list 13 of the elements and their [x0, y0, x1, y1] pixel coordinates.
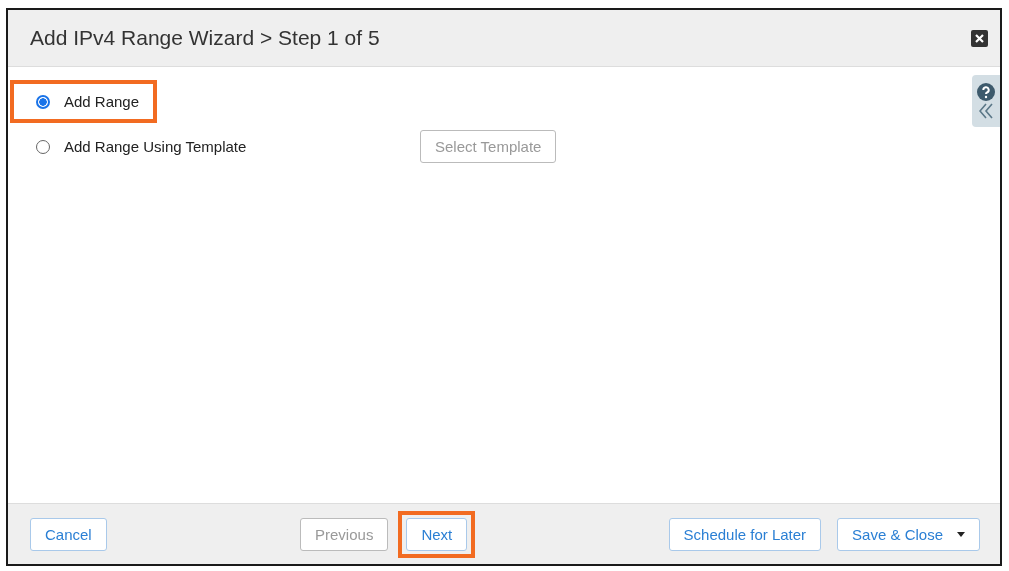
save-close-button[interactable]: Save & Close	[837, 517, 980, 551]
footer-button[interactable]: Schedule for Later	[668, 517, 822, 551]
caret-icon	[957, 531, 965, 537]
help-panel-tab[interactable]	[972, 75, 1000, 127]
window-title: Add IPv4 Range Wizard > Step 1 of 5	[30, 26, 380, 50]
option-label: Add Range	[64, 93, 140, 110]
footer-button[interactable]: Cancel	[30, 517, 107, 551]
help-icon[interactable]	[977, 83, 995, 101]
close-icon[interactable]	[971, 29, 988, 47]
collapse-icon[interactable]	[979, 103, 993, 119]
radio-button[interactable]	[36, 94, 50, 109]
footer-button[interactable]: Next	[406, 517, 468, 551]
option-label: Add Range Using Template	[64, 138, 247, 155]
